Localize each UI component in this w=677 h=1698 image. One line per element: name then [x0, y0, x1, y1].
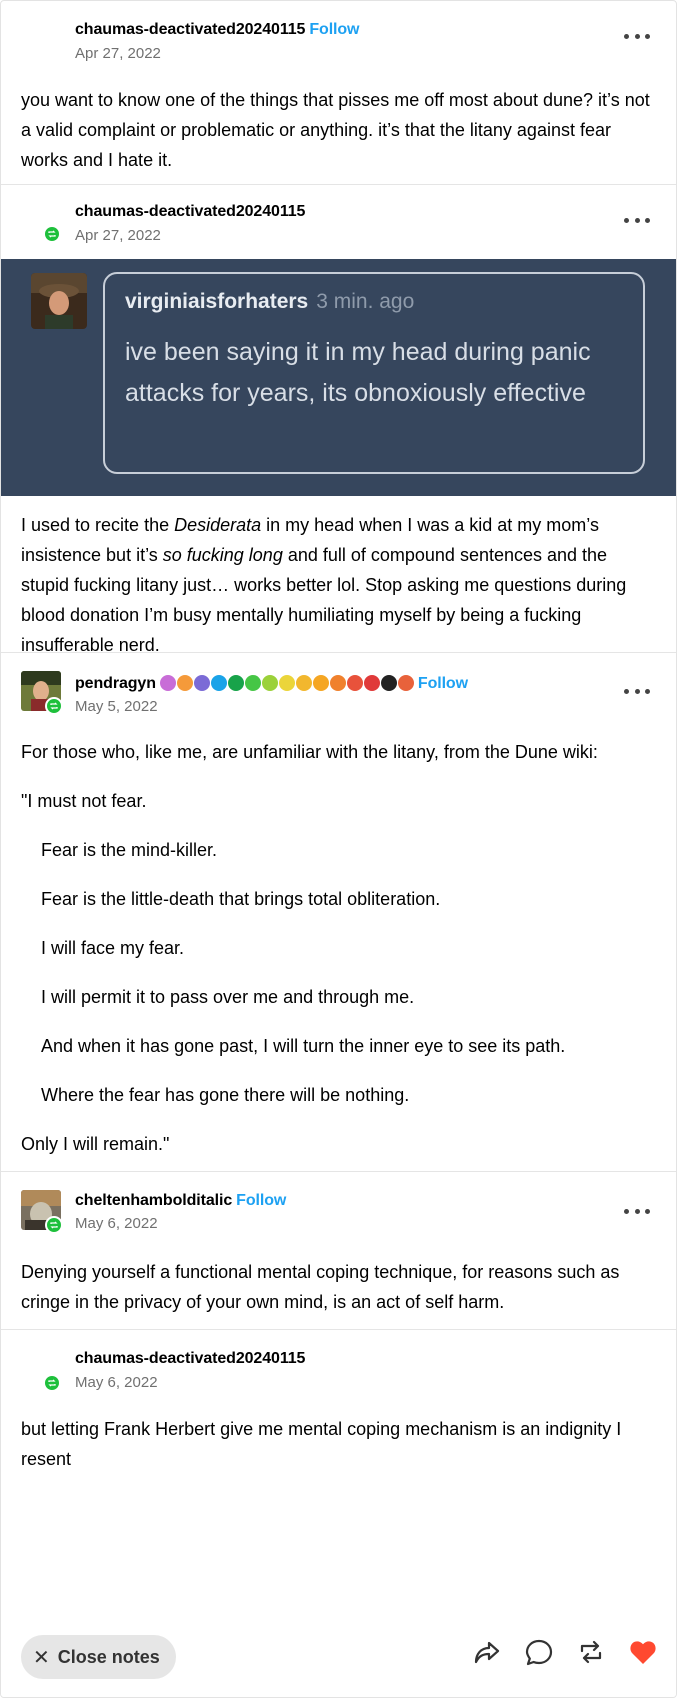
follow-button[interactable]: Follow: [309, 21, 359, 38]
badge-icon[interactable]: [346, 675, 363, 691]
post-text: Denying yourself a functional mental cop…: [21, 1262, 620, 1312]
litany-line: I will permit it to pass over me and thr…: [41, 987, 415, 1007]
badge-icon[interactable]: [210, 675, 227, 691]
close-notes-button[interactable]: ✕ Close notes: [21, 1635, 176, 1679]
badge-icons[interactable]: [159, 675, 414, 691]
follow-button[interactable]: Follow: [418, 675, 468, 692]
post-date[interactable]: May 6, 2022: [75, 1215, 158, 1232]
badge-icon[interactable]: [363, 675, 380, 691]
litany-line: "I must not fear.: [21, 791, 147, 811]
badge-icon[interactable]: [278, 675, 295, 691]
ask-text: ive been saying it in my head during pan…: [125, 338, 591, 407]
username[interactable]: chaumas-deactivated20240115: [75, 1350, 305, 1368]
litany-line: And when it has gone past, I will turn t…: [41, 1036, 566, 1056]
post-5: chaumas-deactivated20240115 May 6, 2022 …: [1, 1330, 676, 1496]
post-actions: [472, 1637, 658, 1667]
ask-block: virginiaisforhaters 3 min. ago ive been s…: [1, 259, 676, 496]
reblog-badge-icon: [45, 1216, 63, 1234]
post-date[interactable]: Apr 27, 2022: [75, 227, 161, 244]
badge-icon[interactable]: [159, 675, 176, 691]
post-header: chaumas-deactivated20240115 Follow Apr 27…: [1, 1, 676, 62]
badge-icon[interactable]: [261, 675, 278, 691]
post-4: cheltenhambolditalic Follow May 6, 2022 D…: [1, 1172, 676, 1330]
asker-name[interactable]: virginiaisforhaters 3 min. ago: [125, 290, 414, 314]
post-body: you want to know one of the things that …: [1, 61, 676, 197]
post-header: cheltenhambolditalic Follow May 6, 2022: [1, 1172, 676, 1234]
badge-icon[interactable]: [176, 675, 193, 691]
more-options-icon[interactable]: [624, 686, 650, 696]
litany-line: Only I will remain.": [21, 1134, 170, 1154]
post-header: chaumas-deactivated20240115 Apr 27, 2022: [1, 185, 676, 259]
badge-icon[interactable]: [312, 675, 329, 691]
reply-icon[interactable]: [524, 1637, 554, 1667]
reblog-icon[interactable]: [576, 1637, 606, 1667]
badge-icon[interactable]: [397, 675, 414, 691]
post-body: For those who, like me, are unfamiliar w…: [1, 713, 676, 1181]
post-header: chaumas-deactivated20240115 May 6, 2022: [1, 1330, 676, 1392]
close-icon: ✕: [33, 1646, 50, 1669]
badge-icon[interactable]: [295, 675, 312, 691]
badge-icon[interactable]: [227, 675, 244, 691]
reblog-badge-icon: [43, 1374, 61, 1392]
ask-bubble: virginiaisforhaters 3 min. ago ive been s…: [103, 272, 645, 474]
asker-avatar[interactable]: [31, 273, 87, 329]
badge-icon[interactable]: [244, 675, 261, 691]
reblog-badge-icon: [43, 225, 61, 243]
post-date[interactable]: May 6, 2022: [75, 1374, 158, 1391]
more-options-icon[interactable]: [624, 1206, 650, 1216]
litany-line: Fear is the mind-killer.: [41, 840, 218, 860]
post-3: pendragyn Follow May 5, 2022 For those wh…: [1, 653, 676, 1172]
post-text: you want to know one of the things that …: [21, 90, 650, 170]
badge-icon[interactable]: [193, 675, 210, 691]
notes-panel: chaumas-deactivated20240115 Follow Apr 27…: [0, 0, 677, 1698]
post-1: chaumas-deactivated20240115 Follow Apr 27…: [1, 1, 676, 185]
post-body: but letting Frank Herbert give me mental…: [1, 1390, 676, 1496]
more-options-icon[interactable]: [624, 215, 650, 225]
avatar[interactable]: [21, 13, 61, 53]
follow-button[interactable]: Follow: [236, 1192, 286, 1209]
litany-line: Where the fear has gone there will be no…: [41, 1085, 410, 1105]
close-notes-label: Close notes: [57, 1646, 160, 1667]
share-icon[interactable]: [472, 1637, 502, 1667]
notes-footer: ✕ Close notes: [1, 1621, 676, 1697]
post-text: I used to recite the Desiderata in my he…: [21, 515, 627, 655]
post-body: Denying yourself a functional mental cop…: [1, 1232, 676, 1339]
username[interactable]: chaumas-deactivated20240115 Follow: [75, 21, 360, 39]
litany-line: Fear is the little-death that brings tot…: [41, 889, 441, 909]
post-text: but letting Frank Herbert give me mental…: [21, 1419, 622, 1469]
post-2: chaumas-deactivated20240115 Apr 27, 2022…: [1, 185, 676, 655]
like-icon[interactable]: [628, 1637, 658, 1667]
post-date[interactable]: Apr 27, 2022: [75, 45, 161, 62]
username[interactable]: chaumas-deactivated20240115: [75, 203, 305, 221]
litany-line: I will face my fear.: [41, 938, 185, 958]
post-intro: For those who, like me, are unfamiliar w…: [21, 742, 598, 762]
reblog-badge-icon: [45, 697, 63, 715]
more-options-icon[interactable]: [624, 31, 650, 41]
badge-icon[interactable]: [380, 675, 397, 691]
ask-time: 3 min. ago: [316, 290, 415, 313]
post-date[interactable]: May 5, 2022: [75, 698, 158, 715]
username[interactable]: cheltenhambolditalic Follow: [75, 1192, 286, 1210]
post-header: pendragyn Follow May 5, 2022: [1, 653, 676, 715]
username[interactable]: pendragyn Follow: [75, 675, 468, 693]
badge-icon[interactable]: [329, 675, 346, 691]
